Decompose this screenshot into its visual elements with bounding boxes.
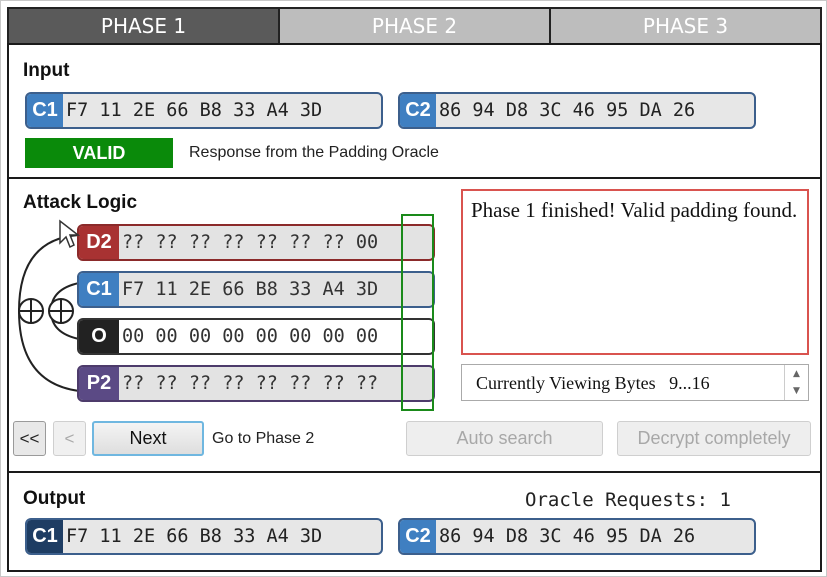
- status-message-box: Phase 1 finished! Valid padding found.: [461, 189, 809, 355]
- spinner-up-icon[interactable]: ▲: [785, 365, 808, 383]
- input-c2-block: C2 86 94 D8 3C 46 95 DA 26: [398, 92, 756, 129]
- row-d2: D2 ?? ?? ?? ?? ?? ?? ?? 00: [77, 224, 435, 261]
- xor-icon-inner: [48, 298, 74, 324]
- viewing-bytes-spinner[interactable]: Currently Viewing Bytes 9...16 ▲ ▼: [461, 364, 809, 401]
- row-p2: P2 ?? ?? ?? ?? ?? ?? ?? ??: [77, 365, 435, 402]
- output-c1-label: C1: [27, 520, 63, 553]
- tab-phase-3[interactable]: PHASE 3: [551, 9, 820, 43]
- c1-bytes: F7 11 2E 66 B8 33 A4 3D: [66, 100, 323, 121]
- xor-icon-outer: [18, 298, 44, 324]
- oracle-response-note: Response from the Padding Oracle: [189, 144, 439, 161]
- output-panel: Output Oracle Requests: 1 C1 F7 11 2E 66…: [7, 471, 822, 572]
- tab-phase-2[interactable]: PHASE 2: [280, 9, 551, 43]
- next-button[interactable]: Next: [92, 421, 204, 456]
- row-o: O 00 00 00 00 00 00 00 00: [77, 318, 435, 355]
- d2-bytes: ?? ?? ?? ?? ?? ?? ?? 00: [122, 232, 379, 253]
- oracle-requests-label: Oracle Requests:: [525, 489, 709, 511]
- output-c1-bytes: F7 11 2E 66 B8 33 A4 3D: [66, 526, 323, 547]
- oracle-requests-count: 1: [719, 489, 731, 511]
- o-label: O: [79, 320, 119, 353]
- output-c2-label: C2: [400, 520, 436, 553]
- o-bytes: 00 00 00 00 00 00 00 00: [122, 326, 379, 347]
- c1-row-bytes: F7 11 2E 66 B8 33 A4 3D: [122, 279, 379, 300]
- row-c1: C1 F7 11 2E 66 B8 33 A4 3D: [77, 271, 435, 308]
- spinner-down-icon[interactable]: ▼: [785, 383, 808, 401]
- phase-tabs: PHASE 1 PHASE 2 PHASE 3: [7, 7, 822, 45]
- oracle-requests-counter: Oracle Requests: 1: [525, 489, 731, 511]
- output-title: Output: [23, 488, 86, 509]
- output-c1-block: C1 F7 11 2E 66 B8 33 A4 3D: [25, 518, 383, 555]
- prev-button[interactable]: <: [53, 421, 86, 456]
- p2-label: P2: [79, 367, 119, 400]
- input-panel: Input C1 F7 11 2E 66 B8 33 A4 3D C2 86 9…: [7, 43, 822, 179]
- c2-bytes: 86 94 D8 3C 46 95 DA 26: [439, 100, 696, 121]
- spinner-arrows: ▲ ▼: [784, 365, 808, 400]
- auto-search-button[interactable]: Auto search: [406, 421, 603, 456]
- output-c2-block: C2 86 94 D8 3C 46 95 DA 26: [398, 518, 756, 555]
- c1-label: C1: [27, 94, 63, 127]
- d2-label: D2: [79, 226, 119, 259]
- mouse-cursor-icon: [59, 219, 80, 249]
- current-byte-highlight: [401, 214, 434, 411]
- goto-phase-note: Go to Phase 2: [212, 430, 315, 447]
- input-c1-block: C1 F7 11 2E 66 B8 33 A4 3D: [25, 92, 383, 129]
- attack-logic-panel: Attack Logic D2 ?? ?? ?? ?? ?? ?? ?? 00 …: [7, 177, 822, 473]
- tab-phase-1[interactable]: PHASE 1: [9, 9, 280, 43]
- app-window: PHASE 1 PHASE 2 PHASE 3 Input C1 F7 11 2…: [0, 0, 827, 577]
- c2-label: C2: [400, 94, 436, 127]
- valid-status-badge: VALID: [25, 138, 173, 168]
- viewing-bytes-value: 9...16: [669, 373, 710, 393]
- p2-bytes: ?? ?? ?? ?? ?? ?? ?? ??: [122, 373, 379, 394]
- input-title: Input: [23, 60, 70, 81]
- c1-row-label: C1: [79, 273, 119, 306]
- output-c2-bytes: 86 94 D8 3C 46 95 DA 26: [439, 526, 696, 547]
- first-button[interactable]: <<: [13, 421, 46, 456]
- viewing-bytes-label: Currently Viewing Bytes: [476, 373, 656, 393]
- decrypt-completely-button[interactable]: Decrypt completely: [617, 421, 811, 456]
- attack-logic-title: Attack Logic: [23, 192, 138, 213]
- viewing-bytes-text: Currently Viewing Bytes 9...16: [476, 373, 710, 394]
